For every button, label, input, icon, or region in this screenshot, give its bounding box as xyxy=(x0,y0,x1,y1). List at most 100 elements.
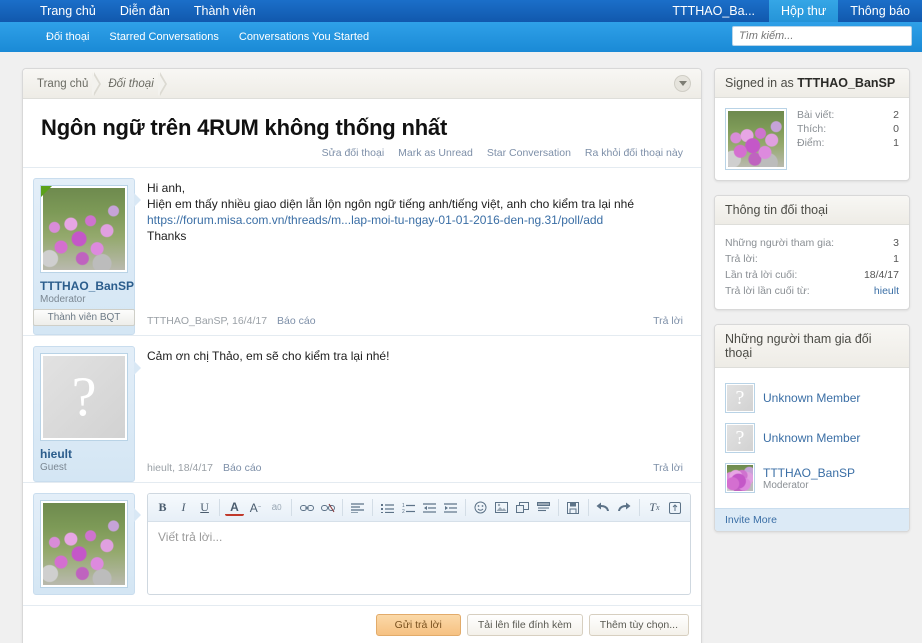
reply-link[interactable]: Trả lời xyxy=(653,315,683,327)
message-footer: TTTHAO_BanSP, 16/4/17 Báo cáo Trả lời xyxy=(147,315,683,335)
remove-format-icon[interactable]: a0 xyxy=(267,497,286,518)
toolbar-divider xyxy=(219,499,220,516)
undo-icon[interactable] xyxy=(594,497,613,518)
stat-row: Thích: 0 xyxy=(797,122,899,136)
subnav-item-conversations[interactable]: Đối thoại xyxy=(36,31,99,43)
report-link[interactable]: Báo cáo xyxy=(223,462,262,474)
participants-panel: Những người tham gia đối thoại ? Unknown… xyxy=(714,324,910,532)
subnav-item-started-by-you[interactable]: Conversations You Started xyxy=(229,31,379,43)
redo-icon[interactable] xyxy=(615,497,634,518)
collapse-toggle-button[interactable] xyxy=(674,75,691,92)
redo-glyph xyxy=(617,502,631,513)
mark-unread-link[interactable]: Mark as Unread xyxy=(398,147,473,159)
stat-row: Điểm: 1 xyxy=(797,136,899,150)
last-reply-user-link[interactable]: hieult xyxy=(874,283,899,299)
message-author-block: ? hieult Guest xyxy=(33,346,135,482)
participant-item[interactable]: ? Unknown Member xyxy=(725,378,899,418)
signed-in-body: Bài viết: 2 Thích: 0 Điểm: 1 xyxy=(715,98,909,180)
indent-glyph xyxy=(444,503,457,513)
avatar[interactable] xyxy=(40,500,128,588)
editor-buttons: Gửi trả lời Tải lên file đính kèm Thêm t… xyxy=(23,605,701,643)
insert-spoiler-icon[interactable] xyxy=(534,497,553,518)
reply-editor: B I U A A⁻ a0 xyxy=(147,493,691,595)
unlink-icon[interactable] xyxy=(318,497,337,518)
text-color-icon[interactable]: A xyxy=(225,499,244,516)
edit-conversation-link[interactable]: Sửa đối thoại xyxy=(322,147,385,159)
star-conversation-link[interactable]: Star Conversation xyxy=(487,147,571,159)
signed-in-username[interactable]: TTTHAO_BanSP xyxy=(797,76,895,90)
nav-item-home[interactable]: Trang chủ xyxy=(28,0,108,22)
strip-formatting-icon[interactable]: Tx xyxy=(645,497,664,518)
nav-item-account[interactable]: TTTHAO_Ba... xyxy=(660,0,769,22)
message-body: Hi anh, Hiện em thấy nhiều giao diện lẫn… xyxy=(135,178,691,335)
breadcrumb-item-home[interactable]: Trang chủ xyxy=(37,78,92,90)
upload-attachment-button[interactable]: Tải lên file đính kèm xyxy=(467,614,583,636)
reply-textarea[interactable]: Viết trả lời... xyxy=(148,522,690,594)
insert-link-icon[interactable] xyxy=(297,497,316,518)
message-item: TTTHAO_BanSP Moderator Thành viên BQT Hi… xyxy=(23,167,701,335)
participant-name[interactable]: Unknown Member xyxy=(763,391,860,405)
user-stats: Bài viết: 2 Thích: 0 Điểm: 1 xyxy=(797,108,899,170)
report-link[interactable]: Báo cáo xyxy=(277,315,316,327)
avatar[interactable]: ? xyxy=(40,353,128,441)
leave-conversation-link[interactable]: Ra khỏi đối thoại này xyxy=(585,147,683,159)
numbered-list-icon[interactable]: 1 2 xyxy=(399,497,418,518)
nav-item-alerts[interactable]: Thông báo xyxy=(838,0,922,22)
page-container: Trang chủ Đối thoại Ngôn ngữ trên 4RUM k… xyxy=(0,52,922,643)
participant-name[interactable]: TTTHAO_BanSP xyxy=(763,466,855,480)
insert-image-icon[interactable] xyxy=(492,497,511,518)
avatar[interactable]: ? xyxy=(725,423,755,453)
align-left-icon[interactable] xyxy=(348,497,367,518)
outdent-icon[interactable] xyxy=(420,497,439,518)
toolbar-divider xyxy=(342,499,343,516)
floppy-glyph xyxy=(567,502,579,514)
info-value: 3 xyxy=(893,235,899,251)
message-text: Hi anh, Hiện em thấy nhiều giao diện lẫn… xyxy=(147,180,683,244)
stat-label: Bài viết: xyxy=(797,108,834,122)
submit-reply-button[interactable]: Gửi trả lời xyxy=(376,614,461,636)
avatar[interactable] xyxy=(40,185,128,273)
bullet-list-glyph xyxy=(381,503,394,513)
avatar[interactable] xyxy=(725,463,755,493)
bullet-list-icon[interactable] xyxy=(378,497,397,518)
participant-name[interactable]: Unknown Member xyxy=(763,431,860,445)
info-row: Trả lời lần cuối từ: hieult xyxy=(725,283,899,299)
stat-value: 1 xyxy=(893,136,899,150)
bold-icon[interactable]: B xyxy=(153,497,172,518)
info-label: Trả lời lần cuối từ: xyxy=(725,283,810,299)
toggle-bbcode-icon[interactable] xyxy=(666,497,685,518)
participant-item[interactable]: TTTHAO_BanSP Moderator xyxy=(725,458,899,498)
nav-item-members[interactable]: Thành viên xyxy=(182,0,268,22)
unknown-member-icon: ? xyxy=(727,425,753,451)
draft-save-icon[interactable] xyxy=(564,497,583,518)
info-row: Lần trả lời cuối: 18/4/17 xyxy=(725,267,899,283)
subnav-item-starred[interactable]: Starred Conversations xyxy=(99,31,228,43)
indent-icon[interactable] xyxy=(441,497,460,518)
info-row: Những người tham gia: 3 xyxy=(725,235,899,251)
reply-link[interactable]: Trả lời xyxy=(653,462,683,474)
italic-icon[interactable]: I xyxy=(174,497,193,518)
avatar[interactable]: ? xyxy=(725,383,755,413)
main-content-column: Trang chủ Đối thoại Ngôn ngữ trên 4RUM k… xyxy=(22,68,702,643)
sub-navigation-bar: Đối thoại Starred Conversations Conversa… xyxy=(0,22,922,52)
font-size-icon[interactable]: A⁻ xyxy=(246,497,265,518)
smilie-icon[interactable] xyxy=(471,497,490,518)
message-footer: hieult, 18/4/17 Báo cáo Trả lời xyxy=(147,462,683,482)
message-author-name[interactable]: TTTHAO_BanSP xyxy=(40,279,128,293)
breadcrumb-separator-icon xyxy=(92,69,106,99)
message-link[interactable]: https://forum.misa.com.vn/threads/m...la… xyxy=(147,213,603,227)
search-input[interactable] xyxy=(732,26,912,46)
insert-media-icon[interactable] xyxy=(513,497,532,518)
underline-icon[interactable]: U xyxy=(195,497,214,518)
participant-item[interactable]: ? Unknown Member xyxy=(725,418,899,458)
toolbar-divider xyxy=(639,499,640,516)
message-author-name[interactable]: hieult xyxy=(40,447,128,461)
more-options-button[interactable]: Thêm tùy chọn... xyxy=(589,614,689,636)
nav-item-inbox[interactable]: Hộp thư xyxy=(769,0,838,22)
avatar[interactable] xyxy=(725,108,787,170)
breadcrumb-item-conversations[interactable]: Đối thoại xyxy=(108,78,157,90)
invite-more-link[interactable]: Invite More xyxy=(715,508,909,531)
undo-glyph xyxy=(596,502,610,513)
unknown-member-icon: ? xyxy=(43,356,125,438)
nav-item-forums[interactable]: Diễn đàn xyxy=(108,0,182,22)
